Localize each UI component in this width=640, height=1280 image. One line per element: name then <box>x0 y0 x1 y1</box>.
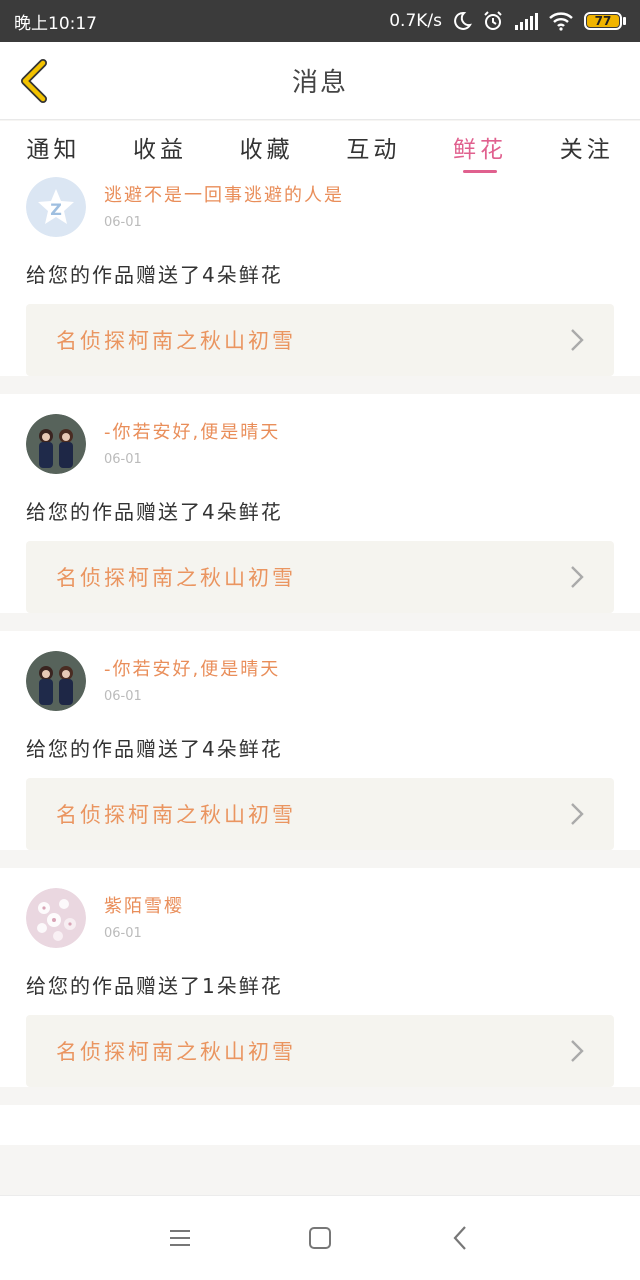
avatar[interactable] <box>26 651 86 711</box>
avatar[interactable]: Z <box>26 177 86 237</box>
back-button[interactable] <box>14 56 54 106</box>
tab-follow[interactable]: 关注 <box>533 121 640 173</box>
app-screen: 晚上10:17 0.7K/s 77 消息 通知 收益 收藏 互动 鲜花 关注 Z… <box>0 0 640 1280</box>
default-avatar-icon: Z <box>26 177 86 237</box>
chevron-right-icon <box>571 566 584 588</box>
blossom-avatar-icon <box>26 888 86 948</box>
work-title: 名侦探柯南之秋山初雪 <box>56 1040 296 1064</box>
signal-icon <box>514 12 538 30</box>
tab-favorites[interactable]: 收藏 <box>213 121 320 173</box>
chevron-left-icon <box>21 59 47 103</box>
sender-name[interactable]: -你若安好,便是晴天 <box>104 655 280 681</box>
message-list[interactable]: Z 逃避不是一回事逃避的人是 06-01 给您的作品赠送了4朵鲜花 名侦探柯南之… <box>0 173 640 1195</box>
chevron-right-icon <box>571 329 584 351</box>
header-bar: 消息 <box>0 42 640 120</box>
avatar[interactable] <box>26 888 86 948</box>
avatar[interactable] <box>26 414 86 474</box>
message-text: 给您的作品赠送了1朵鲜花 <box>26 974 283 998</box>
photo-avatar-icon <box>26 651 86 711</box>
work-link[interactable]: 名侦探柯南之秋山初雪 <box>26 1015 614 1087</box>
tab-bar: 通知 收益 收藏 互动 鲜花 关注 <box>0 121 640 173</box>
work-link[interactable]: 名侦探柯南之秋山初雪 <box>26 541 614 613</box>
status-bar: 晚上10:17 0.7K/s 77 <box>0 0 640 42</box>
message-text: 给您的作品赠送了4朵鲜花 <box>26 737 283 761</box>
work-title: 名侦探柯南之秋山初雪 <box>56 566 296 590</box>
message-card: Z 逃避不是一回事逃避的人是 06-01 给您的作品赠送了4朵鲜花 名侦探柯南之… <box>0 173 640 376</box>
message-date: 06-01 <box>104 689 142 704</box>
system-back-button[interactable] <box>440 1218 480 1258</box>
message-card: -你若安好,便是晴天 06-01 给您的作品赠送了4朵鲜花 名侦探柯南之秋山初雪 <box>0 631 640 850</box>
menu-icon <box>170 1230 190 1246</box>
message-date: 06-01 <box>104 215 142 230</box>
tab-flowers[interactable]: 鲜花 <box>427 121 534 173</box>
alarm-icon <box>482 10 504 32</box>
tab-earnings[interactable]: 收益 <box>107 121 214 173</box>
message-card: -你若安好,便是晴天 06-01 给您的作品赠送了4朵鲜花 名侦探柯南之秋山初雪 <box>0 394 640 613</box>
moon-icon <box>452 11 472 31</box>
tab-label: 互动 <box>346 137 401 163</box>
message-date: 06-01 <box>104 452 142 467</box>
work-link[interactable]: 名侦探柯南之秋山初雪 <box>26 304 614 376</box>
home-button[interactable] <box>300 1218 340 1258</box>
sender-name[interactable]: 逃避不是一回事逃避的人是 <box>104 181 344 207</box>
work-link[interactable]: 名侦探柯南之秋山初雪 <box>26 778 614 850</box>
wifi-icon <box>548 11 574 31</box>
tab-interaction[interactable]: 互动 <box>320 121 427 173</box>
battery-icon: 77 <box>584 12 626 30</box>
system-nav-bar <box>0 1195 640 1280</box>
tab-notify[interactable]: 通知 <box>0 121 107 173</box>
work-title: 名侦探柯南之秋山初雪 <box>56 329 296 353</box>
sender-name[interactable]: 紫陌雪樱 <box>104 892 184 918</box>
status-time: 晚上10:17 <box>14 13 97 34</box>
page-title: 消息 <box>291 68 348 98</box>
photo-avatar-icon <box>26 414 86 474</box>
message-card: 紫陌雪樱 06-01 给您的作品赠送了1朵鲜花 名侦探柯南之秋山初雪 <box>0 868 640 1087</box>
work-title: 名侦探柯南之秋山初雪 <box>56 803 296 827</box>
chevron-right-icon <box>571 803 584 825</box>
sender-name[interactable]: -你若安好,便是晴天 <box>104 418 280 444</box>
status-icons: 0.7K/s 77 <box>389 10 626 32</box>
tab-label: 通知 <box>26 137 81 163</box>
back-triangle-icon <box>453 1226 466 1250</box>
tab-label: 收藏 <box>239 137 294 163</box>
menu-button[interactable] <box>160 1218 200 1258</box>
battery-level: 77 <box>587 14 619 28</box>
network-speed: 0.7K/s <box>389 11 442 31</box>
tab-label: 关注 <box>559 137 614 163</box>
chevron-right-icon <box>571 1040 584 1062</box>
message-text: 给您的作品赠送了4朵鲜花 <box>26 500 283 524</box>
message-card-partial <box>0 1105 640 1145</box>
home-square-icon <box>309 1227 331 1249</box>
message-date: 06-01 <box>104 926 142 941</box>
tab-label: 收益 <box>133 137 187 163</box>
svg-text:Z: Z <box>50 200 62 219</box>
tab-label: 鲜花 <box>453 137 508 163</box>
message-text: 给您的作品赠送了4朵鲜花 <box>26 263 283 287</box>
